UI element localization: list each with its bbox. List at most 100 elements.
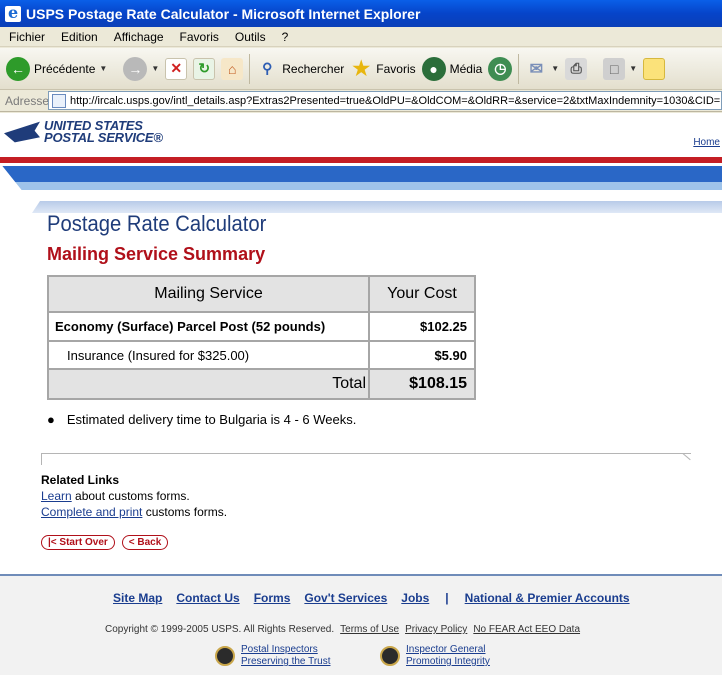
table-row: Economy (Surface) Parcel Post (52 pounds… — [47, 311, 476, 342]
learn-link-text: about customs forms. — [71, 489, 190, 503]
page-footer: Site Map Contact Us Forms Gov't Services… — [0, 574, 722, 675]
cost-cell: $102.25 — [368, 311, 476, 342]
toolbar: ← Précédente ▼ → ▼ ✕ ↻ ⌂ ⚲ Rechercher ★ … — [0, 48, 722, 90]
complete-print-text: customs forms. — [142, 505, 228, 519]
related-links-heading: Related Links — [41, 473, 120, 487]
toolbar-separator — [518, 53, 520, 84]
table-row: Insurance (Insured for $325.00) $5.90 — [47, 340, 476, 370]
footer-link-jobs[interactable]: Jobs — [401, 591, 429, 605]
header-stripe-light — [0, 182, 722, 190]
complete-print-link[interactable]: Complete and print — [41, 505, 142, 519]
media-label: Média — [449, 61, 483, 76]
menu-affichage[interactable]: Affichage — [105, 30, 171, 44]
mail-icon: ✉ — [529, 60, 543, 78]
header-stripe-red — [0, 157, 722, 163]
start-over-button[interactable]: |< Start Over — [41, 535, 115, 550]
home-button[interactable]: ⌂ — [221, 57, 244, 80]
footer-link-site-map[interactable]: Site Map — [113, 591, 162, 605]
menu-favoris[interactable]: Favoris — [171, 30, 226, 44]
address-url: http://ircalc.usps.gov/intl_details.asp?… — [70, 94, 721, 107]
print-button[interactable]: ⎙ — [565, 57, 588, 80]
back-label: Précédente — [34, 61, 96, 76]
menu-edition[interactable]: Edition — [52, 30, 105, 44]
bullet-icon: ● — [47, 412, 55, 427]
printer-icon: ⎙ — [565, 57, 588, 80]
ig-line2: Promoting Integrity — [406, 656, 490, 667]
total-row: Total $108.15 — [47, 368, 476, 400]
refresh-icon: ↻ — [193, 57, 216, 80]
edit-icon: □ — [603, 57, 626, 80]
history-button[interactable]: ◷ — [488, 56, 513, 81]
service-cell: Economy (Surface) Parcel Post (52 pounds… — [47, 311, 370, 342]
back-page-button[interactable]: < Back — [121, 535, 169, 550]
footer-link-forms[interactable]: Forms — [254, 591, 291, 605]
page-subtitle: Mailing Service Summary — [47, 244, 266, 264]
media-icon: ● — [421, 56, 446, 81]
inspector-general-seal-icon — [380, 646, 400, 666]
footer-separator: | — [445, 591, 449, 605]
header-stripe-blue — [0, 166, 722, 182]
toolbar-separator — [249, 53, 251, 84]
nofear-link[interactable]: No FEAR Act EEO Data — [473, 624, 580, 635]
usps-logo[interactable]: UNITED STATES POSTAL SERVICE® — [4, 119, 163, 145]
menu-bar: Fichier Edition Affichage Favoris Outils… — [0, 27, 722, 47]
privacy-link[interactable]: Privacy Policy — [405, 624, 467, 635]
back-button[interactable]: ← Précédente ▼ — [6, 56, 107, 81]
home-link[interactable]: Home — [693, 137, 720, 148]
footer-link-accounts[interactable]: National & Premier Accounts — [465, 591, 630, 605]
cost-cell: $5.90 — [368, 340, 476, 370]
web-page: UNITED STATES POSTAL SERVICE® Home Posta… — [0, 113, 722, 675]
ig-line1: Inspector General — [406, 644, 486, 655]
search-label: Rechercher — [282, 61, 345, 76]
messenger-button[interactable] — [643, 57, 666, 80]
note-icon — [643, 57, 666, 80]
favorites-button[interactable]: ★ Favoris — [350, 58, 415, 80]
page-icon — [52, 93, 66, 108]
learn-link[interactable]: Learn — [41, 489, 72, 503]
navigation-buttons: |< Start Over < Back — [41, 535, 169, 550]
menu-outils[interactable]: Outils — [226, 30, 273, 44]
page-title: Postage Rate Calculator — [47, 211, 267, 236]
refresh-button[interactable]: ↻ — [193, 57, 216, 80]
edit-button[interactable]: □ ▼ — [593, 57, 637, 80]
delivery-text: Estimated delivery time to Bulgaria is 4… — [66, 412, 357, 427]
inspector-general-badge[interactable]: Inspector General Promoting Integrity — [380, 644, 490, 668]
service-cell: Insurance (Insured for $325.00) — [47, 340, 370, 370]
window-title: USPS Postage Rate Calculator - Microsoft… — [26, 5, 421, 22]
home-icon: ⌂ — [221, 57, 244, 80]
column-header-service: Mailing Service — [47, 275, 370, 313]
total-value: $108.15 — [368, 368, 476, 400]
star-icon: ★ — [352, 58, 371, 80]
postal-inspectors-badge[interactable]: Postal Inspectors Preserving the Trust — [215, 644, 330, 668]
history-icon: ◷ — [488, 56, 513, 81]
mail-button[interactable]: ✉ ▼ — [525, 58, 560, 80]
stop-icon: ✕ — [165, 57, 188, 80]
back-dropdown-icon[interactable]: ▼ — [99, 64, 107, 73]
window-title-bar: USPS Postage Rate Calculator - Microsoft… — [0, 0, 722, 27]
menu-help[interactable]: ? — [273, 30, 296, 44]
footer-link-govt-services[interactable]: Gov't Services — [304, 591, 387, 605]
media-button[interactable]: ● Média — [421, 56, 483, 81]
footer-link-contact-us[interactable]: Contact Us — [176, 591, 239, 605]
inspectors-seal-icon — [215, 646, 235, 666]
forward-button[interactable]: → ▼ — [113, 56, 159, 81]
inspectors-line1: Postal Inspectors — [241, 644, 318, 655]
forward-dropdown-icon[interactable]: ▼ — [151, 64, 159, 73]
favorites-label: Favoris — [376, 61, 416, 76]
address-input[interactable]: http://ircalc.usps.gov/intl_details.asp?… — [48, 91, 722, 110]
back-arrow-icon: ← — [6, 56, 30, 81]
terms-link[interactable]: Terms of Use — [340, 624, 399, 635]
mail-dropdown-icon[interactable]: ▼ — [551, 64, 559, 73]
search-icon: ⚲ — [262, 60, 273, 76]
rate-summary-table: Mailing Service Your Cost Economy (Surfa… — [47, 275, 476, 400]
total-label: Total — [47, 368, 370, 400]
copyright-line: Copyright © 1999-2005 USPS. All Rights R… — [105, 624, 580, 635]
stop-button[interactable]: ✕ — [165, 57, 188, 80]
section-divider — [41, 453, 691, 465]
edit-dropdown-icon[interactable]: ▼ — [629, 64, 637, 73]
eagle-icon — [4, 121, 40, 143]
forward-arrow-icon: → — [123, 56, 148, 81]
search-button[interactable]: ⚲ Rechercher — [256, 58, 344, 80]
copyright-text: Copyright © 1999-2005 USPS. All Rights R… — [105, 624, 335, 635]
menu-fichier[interactable]: Fichier — [0, 30, 52, 44]
